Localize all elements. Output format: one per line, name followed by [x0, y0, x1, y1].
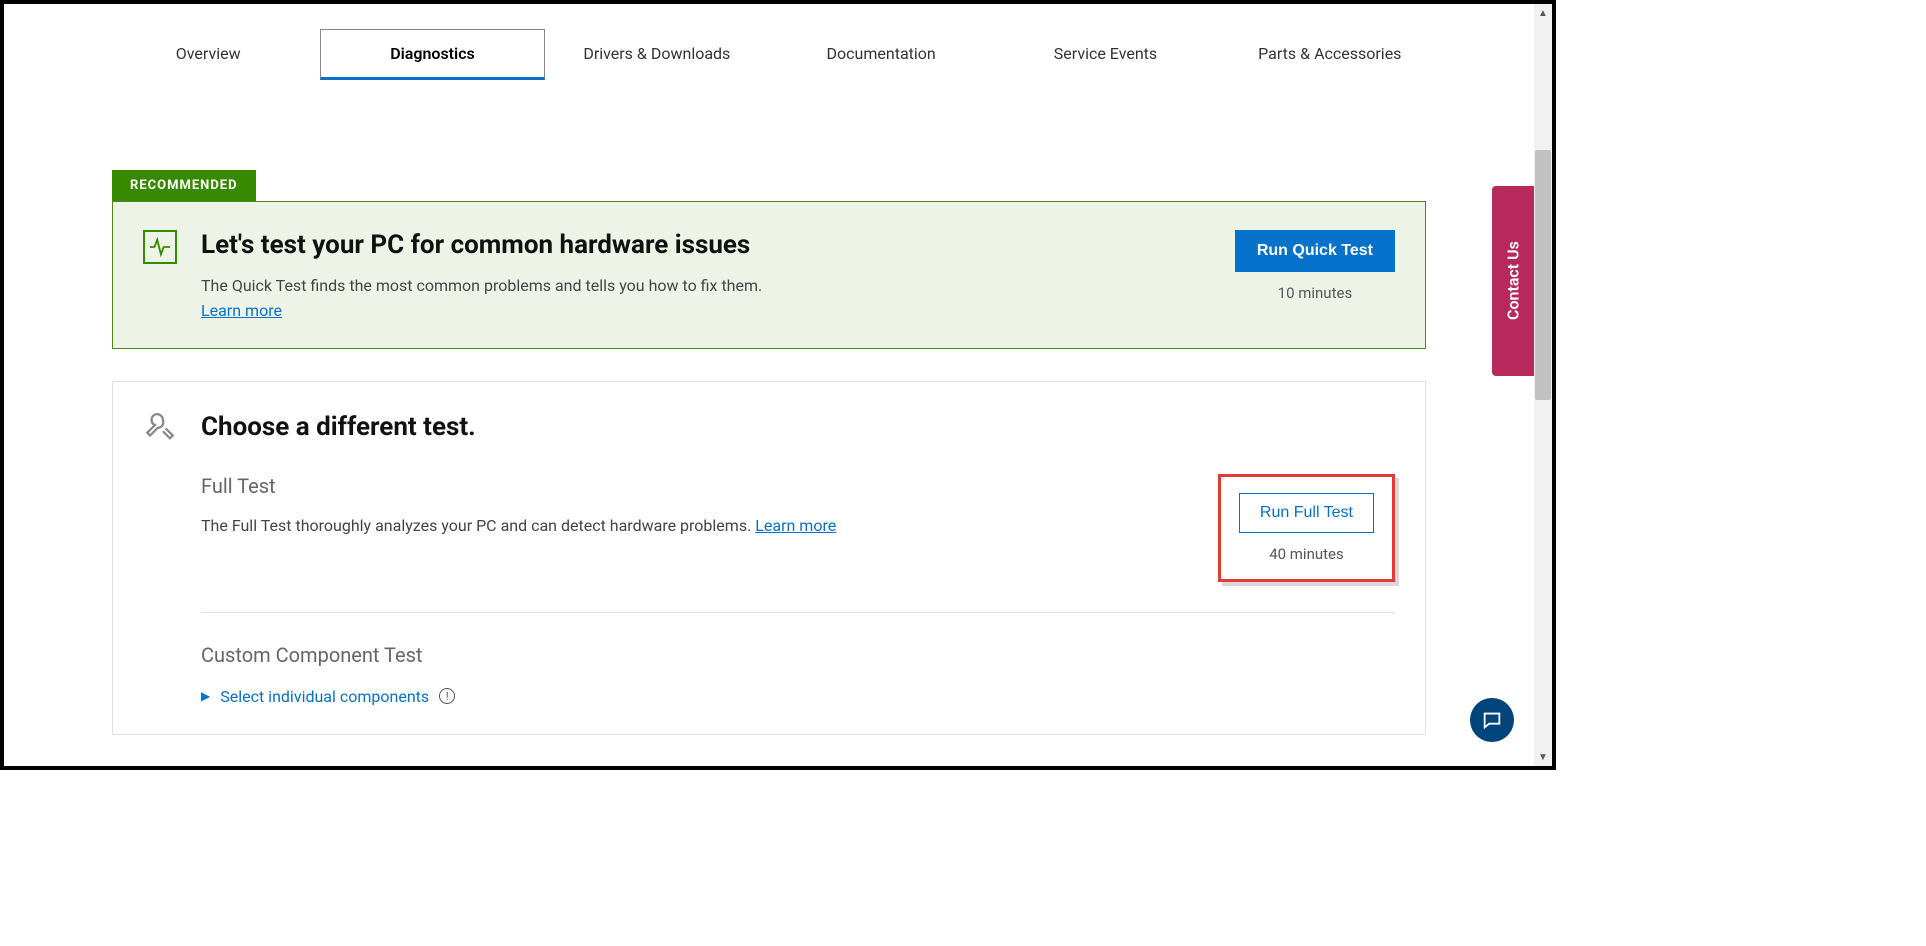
run-quick-test-button[interactable]: Run Quick Test [1235, 230, 1395, 272]
app-window: Overview Diagnostics Drivers & Downloads… [0, 0, 1556, 770]
tab-overview[interactable]: Overview [96, 29, 320, 80]
full-test-time: 40 minutes [1239, 545, 1374, 563]
select-components-label: Select individual components [220, 687, 429, 706]
custom-test-row: Custom Component Test ▶ Select individua… [201, 643, 1395, 706]
recommended-title: Let's test your PC for common hardware i… [201, 230, 1211, 260]
caret-right-icon: ▶ [201, 689, 210, 703]
run-full-test-button[interactable]: Run Full Test [1239, 493, 1374, 533]
full-test-title: Full Test [201, 474, 1194, 498]
tab-drivers-downloads[interactable]: Drivers & Downloads [545, 29, 769, 80]
chat-fab-button[interactable] [1470, 698, 1514, 742]
recommended-tag: RECOMMENDED [112, 170, 256, 201]
page-body: RECOMMENDED Let's test your PC for commo… [112, 170, 1426, 735]
recommended-side: Run Quick Test 10 minutes [1235, 230, 1395, 302]
tab-documentation[interactable]: Documentation [769, 29, 993, 80]
other-tests-title: Choose a different test. [201, 412, 476, 442]
content-area: Overview Diagnostics Drivers & Downloads… [4, 4, 1534, 766]
scroll-thumb[interactable] [1535, 150, 1551, 400]
scroll-up-arrow[interactable]: ▲ [1534, 4, 1552, 22]
select-components-toggle[interactable]: ▶ Select individual components ! [201, 687, 455, 706]
scroll-track[interactable] [1534, 22, 1552, 748]
scroll-down-arrow[interactable]: ▼ [1534, 748, 1552, 766]
quick-test-time: 10 minutes [1235, 284, 1395, 302]
tabs-bar: Overview Diagnostics Drivers & Downloads… [96, 28, 1442, 80]
info-icon[interactable]: ! [439, 688, 455, 704]
tab-parts-accessories[interactable]: Parts & Accessories [1218, 29, 1442, 80]
tab-service-events[interactable]: Service Events [993, 29, 1217, 80]
tab-diagnostics[interactable]: Diagnostics [320, 29, 544, 80]
full-test-learn-more-link[interactable]: Learn more [755, 516, 836, 535]
other-tests-header: Choose a different test. [143, 410, 1395, 444]
other-tests-card: Choose a different test. Full Test The F… [112, 381, 1426, 735]
full-test-description: The Full Test thoroughly analyzes your P… [201, 516, 755, 535]
contact-us-tab[interactable]: Contact Us [1492, 186, 1534, 376]
full-test-left: Full Test The Full Test thoroughly analy… [201, 474, 1194, 535]
full-test-row: Full Test The Full Test thoroughly analy… [201, 474, 1395, 613]
chat-icon [1481, 709, 1503, 731]
other-tests-inner: Full Test The Full Test thoroughly analy… [201, 474, 1395, 706]
recommended-card: Let's test your PC for common hardware i… [112, 201, 1426, 349]
recommended-main: Let's test your PC for common hardware i… [201, 230, 1211, 320]
heartbeat-icon [143, 230, 177, 264]
full-test-description-wrap: The Full Test thoroughly analyzes your P… [201, 516, 1194, 535]
recommended-learn-more-link[interactable]: Learn more [201, 301, 282, 320]
vertical-scrollbar[interactable]: ▲ ▼ [1534, 4, 1552, 766]
full-test-highlight: Run Full Test 40 minutes [1218, 474, 1395, 582]
tools-icon [143, 410, 177, 444]
custom-test-title: Custom Component Test [201, 643, 1395, 667]
recommended-description: The Quick Test finds the most common pro… [201, 276, 1211, 295]
